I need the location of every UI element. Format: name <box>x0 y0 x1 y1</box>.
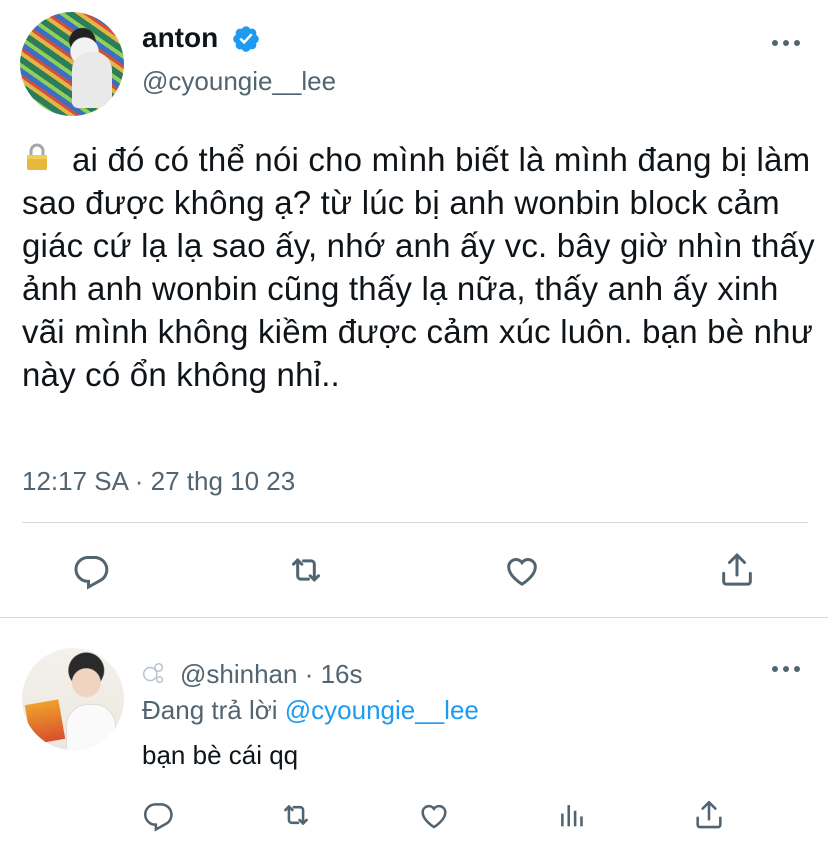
reply-time[interactable]: 16s <box>321 659 363 689</box>
divider <box>22 522 808 523</box>
tweet-timestamp[interactable]: 12:17 SA · 27 thg 10 23 <box>22 464 295 498</box>
reply-text: bạn bè cái qq <box>142 740 299 770</box>
reply-avatar[interactable] <box>22 648 124 750</box>
mention-link[interactable]: @cyoungie__lee <box>285 695 479 725</box>
author-avatar[interactable] <box>20 12 124 116</box>
retweet-icon[interactable] <box>286 550 326 590</box>
analytics-icon[interactable] <box>554 798 588 832</box>
bubbles-icon <box>140 660 170 690</box>
share-icon[interactable] <box>692 798 726 832</box>
reply-icon[interactable] <box>71 550 111 590</box>
more-icon[interactable] <box>772 40 800 48</box>
reply-handle[interactable]: @shinhan <box>180 659 297 689</box>
author-name[interactable]: anton <box>142 20 218 56</box>
like-icon[interactable] <box>417 798 451 832</box>
divider <box>0 617 828 618</box>
retweet-icon[interactable] <box>279 798 313 832</box>
like-icon[interactable] <box>502 550 542 590</box>
verified-badge-icon <box>231 24 261 54</box>
tweet-text: ai đó có thể nói cho mình biết là mình đ… <box>22 141 815 393</box>
reply-meta: @shinhan · 16s <box>180 659 363 689</box>
more-icon[interactable] <box>772 666 800 674</box>
author-handle[interactable]: @cyoungie__lee <box>142 64 336 98</box>
reply-icon[interactable] <box>141 798 175 832</box>
share-icon[interactable] <box>717 550 757 590</box>
replying-to: Đang trả lời @cyoungie__lee <box>142 695 479 725</box>
